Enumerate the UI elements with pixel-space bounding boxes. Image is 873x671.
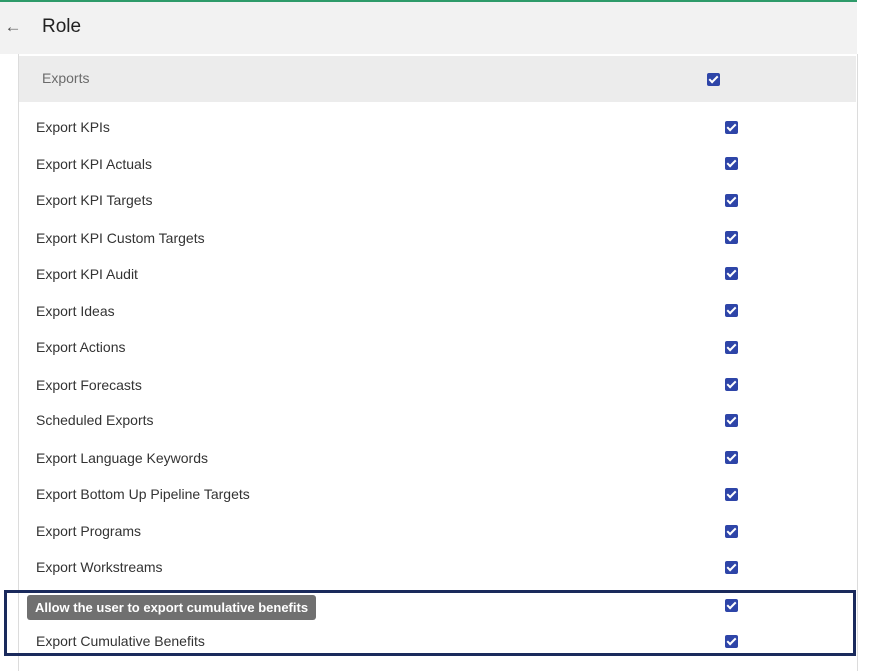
row-label-export-kpis: Export KPIs <box>36 119 110 135</box>
checkbox-export-forecasts[interactable] <box>725 378 738 391</box>
checkbox-export-ideas[interactable] <box>725 304 738 317</box>
checkbox-export-kpi-actuals[interactable] <box>725 157 738 170</box>
row-label-export-kpi-custom-targets: Export KPI Custom Targets <box>36 230 205 246</box>
row-label-export-workstreams: Export Workstreams <box>36 559 163 575</box>
checkbox-export-kpi-audit[interactable] <box>725 267 738 280</box>
row-label-export-forecasts: Export Forecasts <box>36 377 142 393</box>
permissions-panel <box>18 54 858 671</box>
row-label-export-actions: Export Actions <box>36 339 126 355</box>
row-label-export-bottom-up-pipeline-targets: Export Bottom Up Pipeline Targets <box>36 486 250 502</box>
section-label: Exports <box>42 70 90 86</box>
page-header: ← Role <box>0 2 857 54</box>
row-label-export-programs: Export Programs <box>36 523 142 539</box>
checkbox-export-kpis[interactable] <box>725 121 738 134</box>
checkbox-export-programs[interactable] <box>725 525 738 538</box>
row-label-export-kpi-actuals: Export KPI Actuals <box>36 156 152 172</box>
checkbox-export-workstreams[interactable] <box>725 561 738 574</box>
back-arrow-icon[interactable]: ← <box>4 16 22 38</box>
tooltip: Allow the user to export cumulative bene… <box>27 595 317 620</box>
row-label-export-kpi-audit: Export KPI Audit <box>36 266 138 282</box>
section-header-exports: Exports <box>19 56 856 102</box>
row-label-export-language-keywords: Export Language Keywords <box>36 450 208 466</box>
row-label-export-kpi-targets: Export KPI Targets <box>36 192 153 208</box>
checkbox-export-language-keywords[interactable] <box>725 451 738 464</box>
row-label-scheduled-exports: Scheduled Exports <box>36 412 154 428</box>
row-label-export-ideas: Export Ideas <box>36 303 115 319</box>
checkbox-export-actions[interactable] <box>725 341 738 354</box>
checkbox-export-kpi-targets[interactable] <box>725 194 738 207</box>
section-checkbox-exports[interactable] <box>707 73 720 86</box>
checkbox-export-bottom-up-pipeline-targets[interactable] <box>725 488 738 501</box>
checkbox-export-kpi-custom-targets[interactable] <box>725 231 738 244</box>
page-title: Role <box>42 16 82 37</box>
checkbox-scheduled-exports[interactable] <box>725 414 738 427</box>
